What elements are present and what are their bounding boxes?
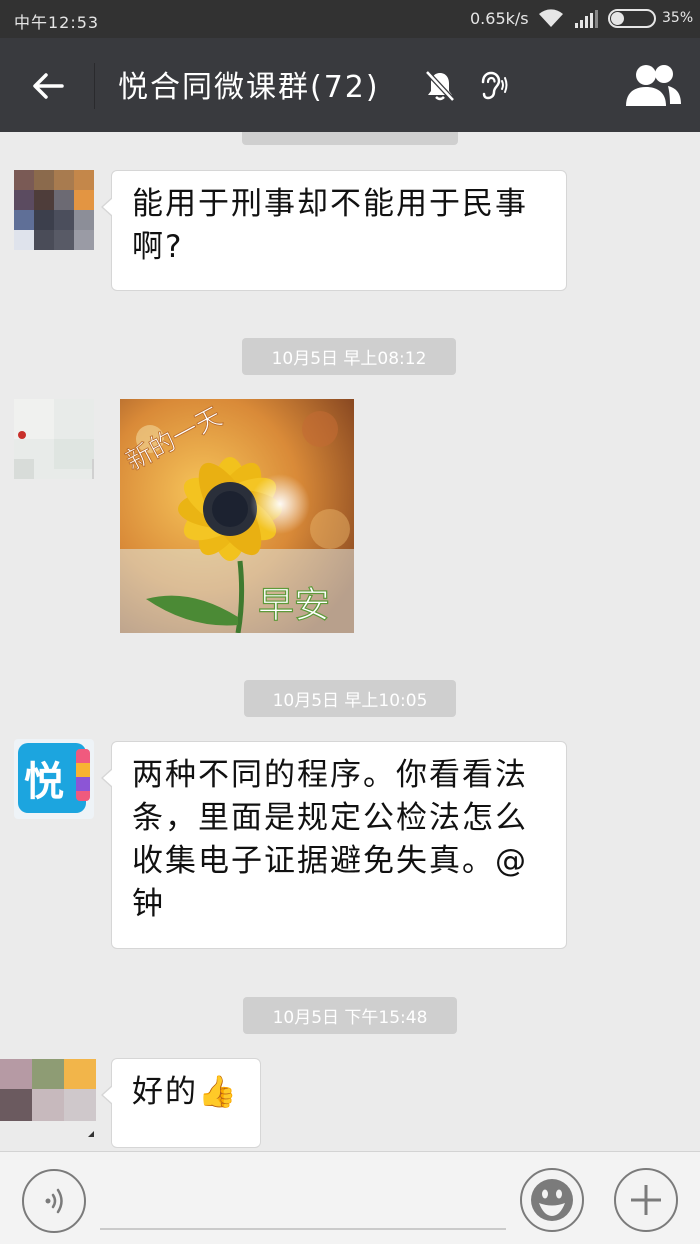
message-bubble[interactable]: 好的👍 [101,1058,261,1148]
back-arrow-icon[interactable] [28,66,68,106]
earpiece-icon [481,71,508,100]
chat-header: 悦合同微课群(72) [0,38,700,132]
avatar[interactable] [0,1057,96,1143]
message-text: 能用于刑事却不能用于民事啊? [132,186,528,265]
status-net-speed: 0.65k/s [470,9,529,28]
emoji-icon [531,1179,573,1221]
voice-input-button[interactable] [22,1169,86,1233]
emoji-button[interactable] [520,1168,584,1232]
group-members-icon[interactable] [624,62,682,108]
bell-off-icon [425,70,455,102]
voice-input-icon [45,1188,63,1214]
wifi-icon [539,9,563,27]
timestamp-partial [242,132,458,145]
avatar[interactable] [14,399,94,479]
timestamp: 10月5日 早上08:12 [242,338,456,375]
battery-percent: 35% [662,10,694,26]
more-button[interactable] [614,1168,678,1232]
header-divider [94,63,95,109]
message-bubble[interactable]: 两种不同的程序。你看看法条，里面是规定公检法怎么收集电子证据避免失真。@钟 [101,741,567,949]
battery-icon [608,9,656,28]
message-text: 两种不同的程序。你看看法条，里面是规定公检法怎么收集电子证据避免失真。@钟 [132,757,528,922]
timestamp: 10月5日 下午15:48 [243,997,457,1034]
signal-icon [575,10,598,28]
avatar[interactable] [14,170,94,250]
group-title: 悦合同微课群(72) [118,70,380,105]
avatar-glyph: 悦 [24,759,64,805]
message-text: 好的 [132,1074,198,1110]
message-bubble[interactable]: 能用于刑事却不能用于民事啊? [101,170,567,291]
thumbs-up-emoji: 👍 [198,1074,239,1110]
chat-message-list[interactable]: 能用于刑事却不能用于民事啊? 10月5日 早上08:12 新的一天 早安 10月… [0,132,700,1151]
timestamp: 10月5日 早上10:05 [244,680,456,717]
avatar[interactable]: 悦 [14,739,94,819]
avatar-logo: 悦 [18,743,90,813]
sunflower-image: 新的一天 早安 [120,399,354,633]
input-bar [0,1151,700,1244]
plus-icon [631,1185,661,1215]
status-time: 中午12:53 [14,13,100,32]
status-bar: 中午12:53 0.65k/s 35% [0,0,700,38]
sticker-caption-bottom: 早安 [258,585,330,626]
message-input[interactable] [100,1168,506,1230]
sticker-image[interactable]: 新的一天 早安 [120,399,354,633]
